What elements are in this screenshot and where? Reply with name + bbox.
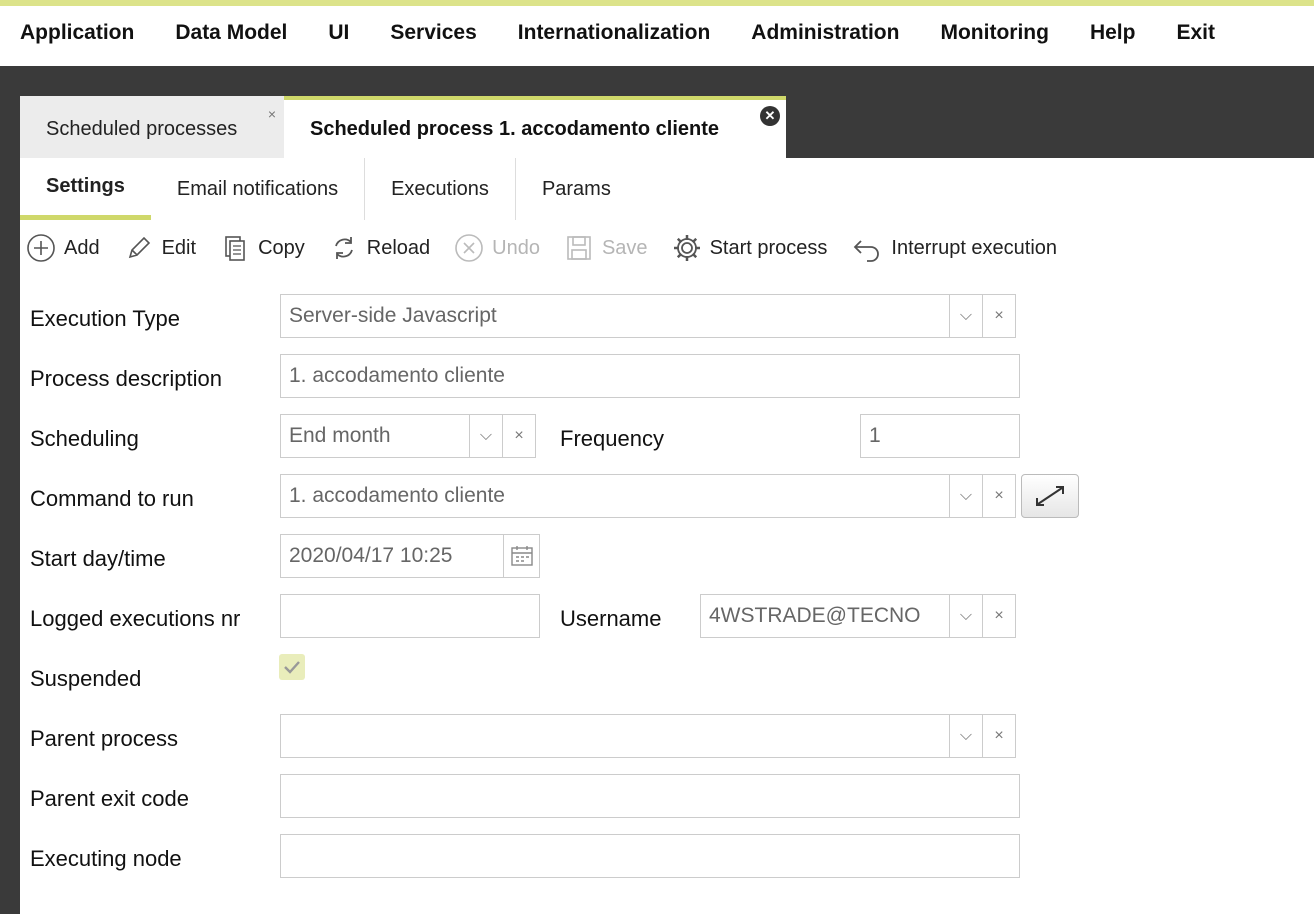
chevron-down-icon[interactable]: ⌵: [949, 295, 982, 337]
tab-scheduled-processes[interactable]: Scheduled processes ×: [20, 96, 284, 158]
parent-process-label: Parent process: [30, 726, 178, 751]
execution-type-value: Server-side Javascript: [289, 304, 497, 327]
expand-arrows-icon: [1036, 486, 1064, 506]
close-icon[interactable]: ×: [268, 106, 276, 122]
detail-panel: Settings Email notifications Executions …: [20, 158, 1314, 914]
clear-icon[interactable]: ×: [982, 295, 1015, 337]
username-label: Username: [560, 606, 662, 631]
command-value: 1. accodamento cliente: [289, 484, 505, 507]
clear-icon[interactable]: ×: [982, 595, 1015, 637]
menu-help[interactable]: Help: [1090, 21, 1136, 45]
tab-label: Scheduled processes: [46, 117, 238, 140]
menu-exit[interactable]: Exit: [1176, 21, 1215, 45]
username-select[interactable]: 4WSTRADE@TECNO ⌵ ×: [700, 594, 1016, 638]
process-description-field[interactable]: 1. accodamento cliente: [280, 354, 1020, 398]
top-menu-bar: Application Data Model UI Services Inter…: [0, 0, 1314, 66]
username-value: 4WSTRADE@TECNO: [709, 604, 921, 627]
calendar-icon[interactable]: [503, 535, 539, 577]
menu-application[interactable]: Application: [20, 21, 134, 45]
chevron-down-icon[interactable]: ⌵: [469, 415, 502, 457]
command-select[interactable]: 1. accodamento cliente ⌵ ×: [280, 474, 1016, 518]
menu-data-model[interactable]: Data Model: [175, 21, 287, 45]
logged-label: Logged executions nr: [30, 606, 241, 631]
start-value: 2020/04/17 10:25: [289, 544, 453, 567]
start-datetime-field[interactable]: 2020/04/17 10:25: [280, 534, 540, 578]
execution-type-select[interactable]: Server-side Javascript ⌵ ×: [280, 294, 1016, 338]
clear-icon[interactable]: ×: [982, 715, 1015, 757]
menu-internationalization[interactable]: Internationalization: [518, 21, 711, 45]
menu-services[interactable]: Services: [390, 21, 476, 45]
executing-node-field[interactable]: [280, 834, 1020, 878]
clear-icon[interactable]: ×: [502, 415, 535, 457]
main-menu: Application Data Model UI Services Inter…: [0, 6, 1314, 60]
parent-exit-code-field[interactable]: [280, 774, 1020, 818]
parent-exit-label: Parent exit code: [30, 786, 189, 811]
menu-ui[interactable]: UI: [328, 21, 349, 45]
menu-administration[interactable]: Administration: [751, 21, 899, 45]
suspended-label: Suspended: [30, 666, 142, 691]
frequency-label: Frequency: [560, 426, 664, 451]
checkmark-icon: [284, 661, 300, 674]
chevron-down-icon[interactable]: ⌵: [949, 595, 982, 637]
start-label: Start day/time: [30, 546, 166, 571]
chevron-down-icon[interactable]: ⌵: [949, 475, 982, 517]
logged-executions-field[interactable]: [280, 594, 540, 638]
window-tabs: Scheduled processes × Scheduled process …: [20, 96, 786, 158]
command-label: Command to run: [30, 486, 194, 511]
expand-button[interactable]: [1021, 474, 1079, 518]
suspended-checkbox[interactable]: [279, 654, 305, 680]
chevron-down-icon[interactable]: ⌵: [949, 715, 982, 757]
tab-label: Scheduled process 1. accodamento cliente: [310, 117, 720, 140]
clear-icon[interactable]: ×: [982, 475, 1015, 517]
executing-node-label: Executing node: [30, 846, 182, 871]
scheduling-value: End month: [289, 424, 391, 447]
scheduling-select[interactable]: End month ⌵ ×: [280, 414, 536, 458]
tab-scheduled-process-detail[interactable]: Scheduled process 1. accodamento cliente…: [284, 96, 786, 158]
execution-type-label: Execution Type: [30, 306, 181, 331]
frequency-field[interactable]: 1: [860, 414, 1020, 458]
scheduling-label: Scheduling: [30, 426, 139, 451]
parent-process-select[interactable]: ⌵ ×: [280, 714, 1016, 758]
parent-process-value: [281, 715, 949, 757]
close-circle-icon[interactable]: ✕: [760, 106, 780, 126]
settings-form: Execution Type Server-side Javascript ⌵ …: [20, 158, 1314, 914]
process-description-label: Process description: [30, 366, 222, 391]
menu-monitoring[interactable]: Monitoring: [940, 21, 1048, 45]
